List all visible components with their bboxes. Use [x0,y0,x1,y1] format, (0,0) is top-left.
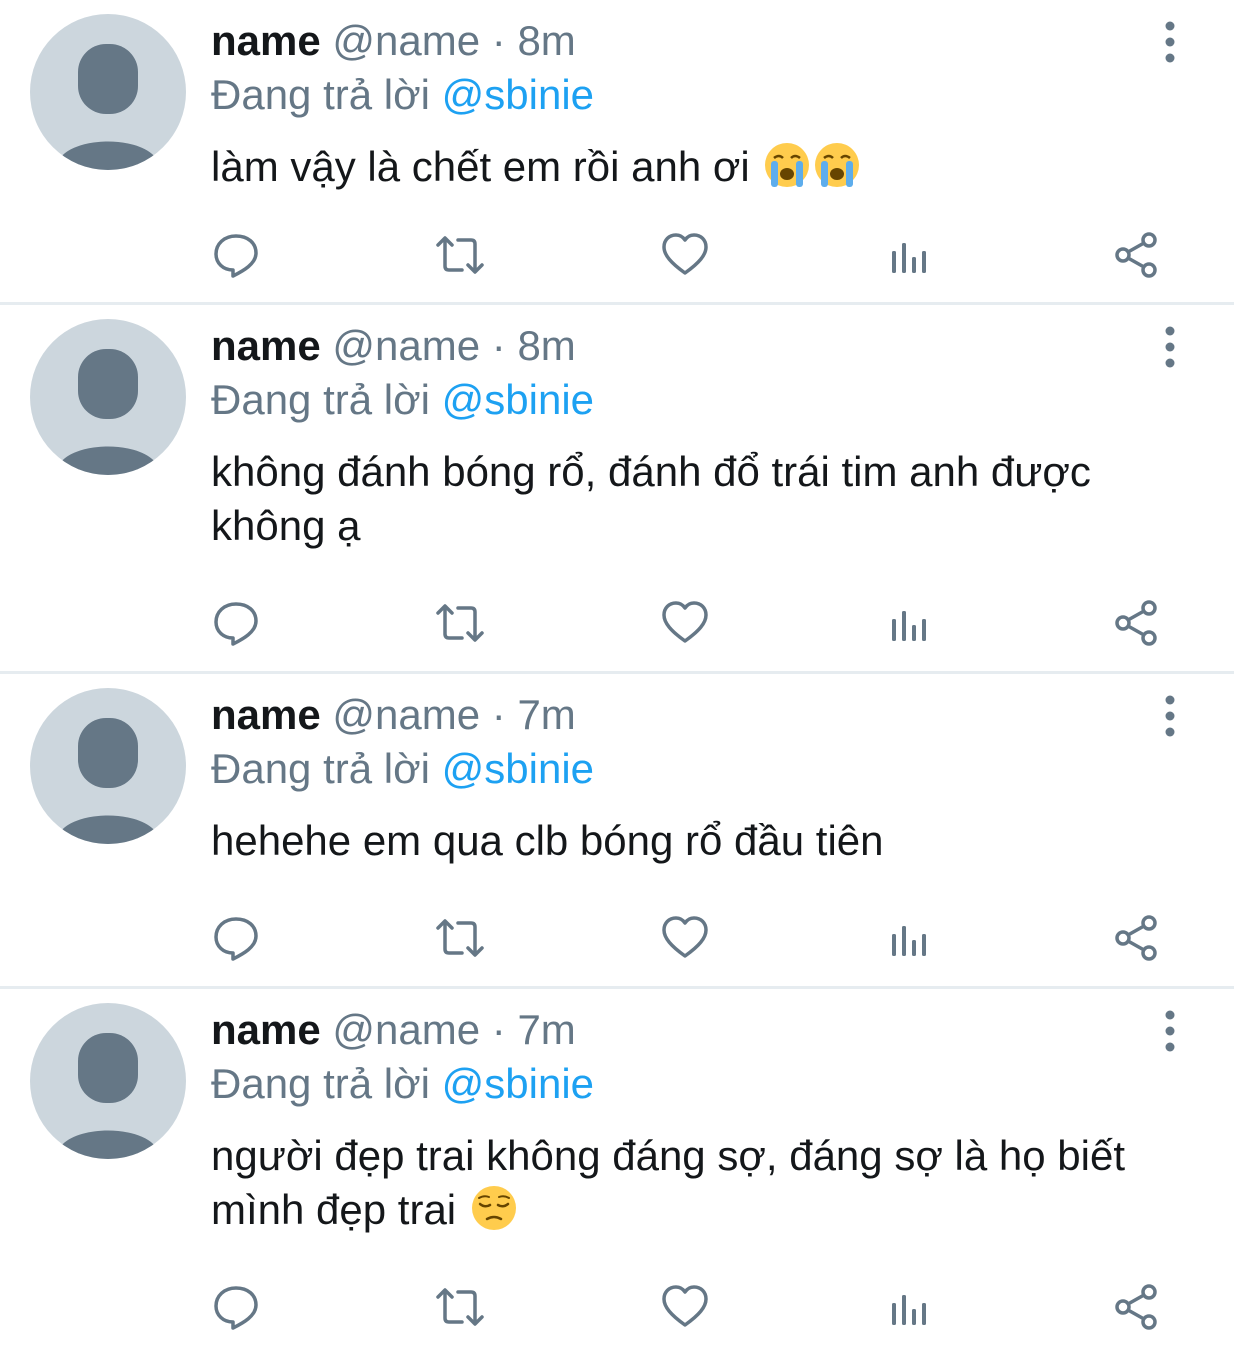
heart-icon[interactable] [659,597,711,649]
tweet[interactable]: name @name · 7m Đang trả lời @sbinie ngư… [0,989,1234,1351]
replying-to-label: Đang trả lời [211,1060,430,1107]
tweet-text: hehehe em qua clb bóng rổ đầu tiên [211,814,1174,868]
timestamp[interactable]: 8m [517,17,575,64]
more-vertical-icon[interactable] [1148,1007,1192,1055]
replying-to: Đang trả lời @sbinie [211,1057,1174,1111]
tweet-text-content: làm vậy là chết em rồi anh ơi [211,143,750,190]
separator-dot: · [491,1006,506,1053]
heart-icon[interactable] [659,229,711,281]
replying-to-label: Đang trả lời [211,71,430,118]
stats-icon[interactable] [884,1281,936,1333]
heart-icon[interactable] [659,1281,711,1333]
stats-icon[interactable] [884,229,936,281]
default-avatar-icon[interactable] [30,1003,186,1159]
user-handle[interactable]: @name [332,1006,480,1053]
tweet-body: name @name · 7m Đang trả lời @sbinie ngư… [211,1003,1174,1237]
tweet-body: name @name · 7m Đang trả lời @sbinie heh… [211,688,1174,868]
share-icon[interactable] [1110,912,1162,964]
replying-to: Đang trả lời @sbinie [211,742,1174,796]
display-name[interactable]: name [211,17,321,64]
tweet-actions [0,1281,1234,1333]
share-icon[interactable] [1110,597,1162,649]
tweet-actions [0,597,1234,649]
timestamp[interactable]: 7m [517,1006,575,1053]
tweet-header: name @name · 8m [211,14,1174,68]
tweet[interactable]: name @name · 7m Đang trả lời @sbinie heh… [0,674,1234,989]
retweet-icon[interactable] [434,1281,486,1333]
user-handle[interactable]: @name [332,17,480,64]
replying-to-handle[interactable]: @sbinie [442,745,594,792]
display-name[interactable]: name [211,1006,321,1053]
tweet[interactable]: name @name · 8m Đang trả lời @sbinie khô… [0,305,1234,674]
reply-icon[interactable] [210,597,262,649]
loudly-crying-face-icon [813,141,861,189]
tweet-text-content: hehehe em qua clb bóng rổ đầu tiên [211,817,884,864]
display-name[interactable]: name [211,322,321,369]
reply-icon[interactable] [210,1281,262,1333]
timeline-feed: name @name · 8m Đang trả lời @sbinie làm… [0,0,1234,1351]
tweet-actions [0,229,1234,281]
loudly-crying-face-icon [763,141,811,189]
default-avatar-icon[interactable] [30,14,186,170]
more-vertical-icon[interactable] [1148,692,1192,740]
replying-to-handle[interactable]: @sbinie [442,376,594,423]
tweet-text-content: không đánh bóng rổ, đánh đổ trái tim anh… [211,448,1091,549]
reply-icon[interactable] [210,912,262,964]
retweet-icon[interactable] [434,229,486,281]
share-icon[interactable] [1110,1281,1162,1333]
stats-icon[interactable] [884,597,936,649]
stats-icon[interactable] [884,912,936,964]
retweet-icon[interactable] [434,912,486,964]
tweet-text: không đánh bóng rổ, đánh đổ trái tim anh… [211,445,1174,553]
display-name[interactable]: name [211,691,321,738]
more-vertical-icon[interactable] [1148,18,1192,66]
replying-to-label: Đang trả lời [211,376,430,423]
reply-icon[interactable] [210,229,262,281]
tweet-text: người đẹp trai không đáng sợ, đáng sợ là… [211,1129,1174,1237]
timestamp[interactable]: 8m [517,322,575,369]
separator-dot: · [491,691,506,738]
tweet-header: name @name · 8m [211,319,1174,373]
default-avatar-icon[interactable] [30,319,186,475]
replying-to-handle[interactable]: @sbinie [442,71,594,118]
tweet-header: name @name · 7m [211,1003,1174,1057]
retweet-icon[interactable] [434,597,486,649]
pensive-face-icon [470,1184,518,1232]
timestamp[interactable]: 7m [517,691,575,738]
tweet-body: name @name · 8m Đang trả lời @sbinie làm… [211,14,1174,194]
replying-to: Đang trả lời @sbinie [211,373,1174,427]
replying-to: Đang trả lời @sbinie [211,68,1174,122]
tweet[interactable]: name @name · 8m Đang trả lời @sbinie làm… [0,0,1234,305]
default-avatar-icon[interactable] [30,688,186,844]
user-handle[interactable]: @name [332,691,480,738]
more-vertical-icon[interactable] [1148,323,1192,371]
tweet-actions [0,912,1234,964]
separator-dot: · [491,17,506,64]
heart-icon[interactable] [659,912,711,964]
replying-to-handle[interactable]: @sbinie [442,1060,594,1107]
share-icon[interactable] [1110,229,1162,281]
user-handle[interactable]: @name [332,322,480,369]
tweet-text-content: người đẹp trai không đáng sợ, đáng sợ là… [211,1132,1125,1233]
tweet-header: name @name · 7m [211,688,1174,742]
separator-dot: · [491,322,506,369]
replying-to-label: Đang trả lời [211,745,430,792]
tweet-body: name @name · 8m Đang trả lời @sbinie khô… [211,319,1174,553]
tweet-text: làm vậy là chết em rồi anh ơi [211,140,1174,194]
